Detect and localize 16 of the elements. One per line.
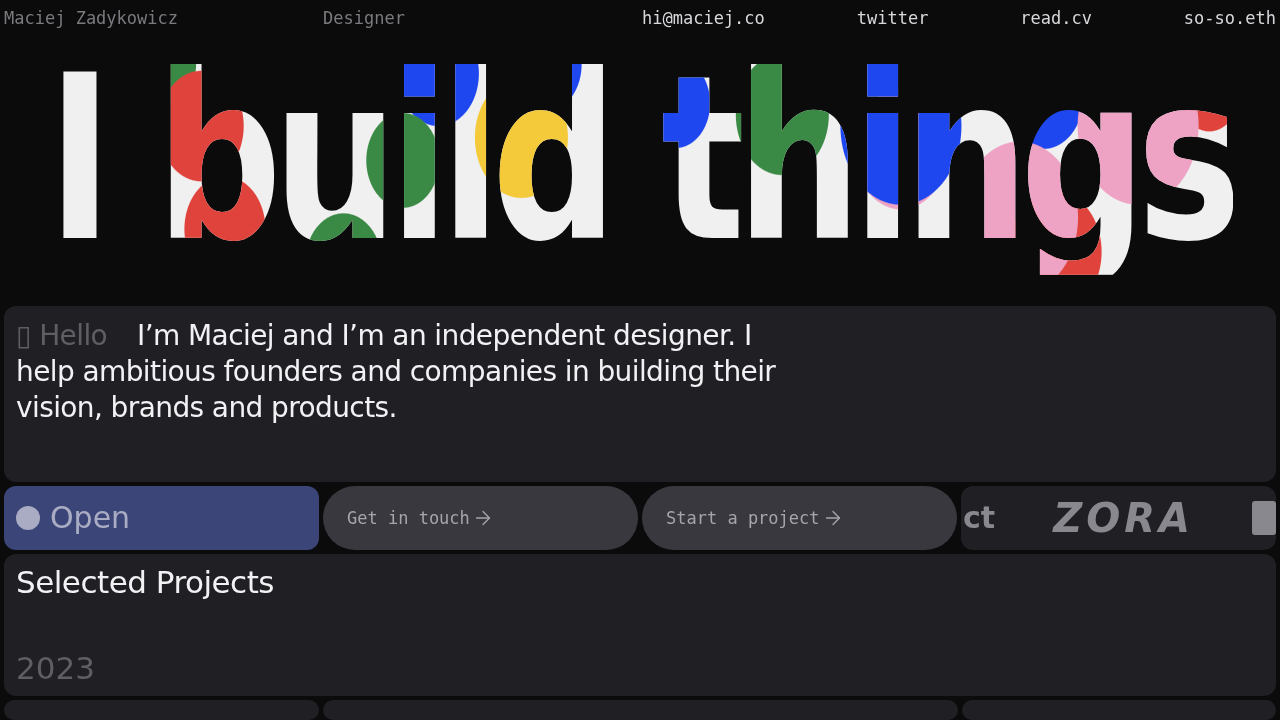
author-role: Designer xyxy=(323,7,406,28)
project-year: 2023 xyxy=(16,650,96,687)
nav-link[interactable]: read.cv xyxy=(1020,7,1092,28)
link-button[interactable]: Start a project xyxy=(642,485,957,550)
link-button[interactable]: Get in touch xyxy=(323,485,638,550)
nav-link[interactable]: hi@maciej.co xyxy=(642,7,765,28)
client-logo: ZORA xyxy=(1053,494,1194,541)
nav-link[interactable]: so-so.eth xyxy=(1183,7,1276,28)
status-button[interactable]: Open xyxy=(4,485,319,550)
square-logo-icon xyxy=(1251,500,1276,535)
intro-text: ▯ Hello I’m Maciej and I’m an independent designer. I help ambitious founders and companies in building their vision, brands and products. xyxy=(16,317,777,426)
status-dot-icon xyxy=(16,505,40,530)
cut-logo-text: ct xyxy=(963,500,996,536)
author-name: Maciej Zadykowicz xyxy=(4,7,179,28)
nav-link[interactable]: twitter xyxy=(856,7,929,28)
section-title: Selected Projects xyxy=(16,563,275,600)
